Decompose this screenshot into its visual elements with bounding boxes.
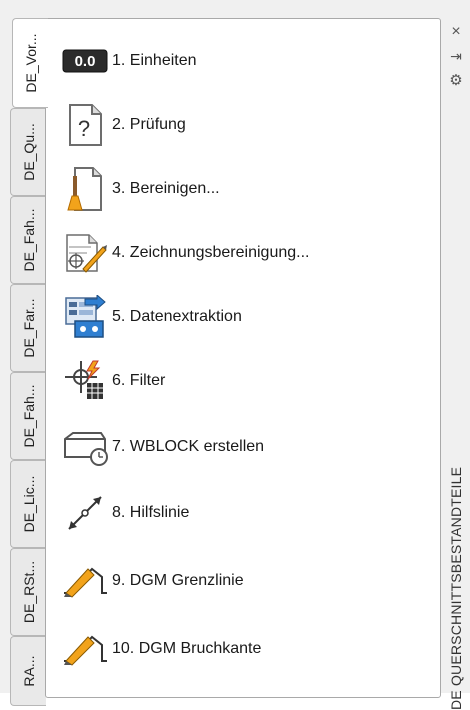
tool-item-dgm-bruchkante[interactable]: 10. DGM Bruchkante	[60, 623, 430, 675]
tool-label: 2. Prüfung	[112, 116, 186, 133]
tab-de-fah-2[interactable]: DE_Fah...	[10, 372, 46, 460]
tool-palette-window: DE_Vor... DE_Qu... DE_Fah... DE_Far... D…	[0, 0, 470, 710]
tool-label: 5. Datenextraktion	[112, 308, 242, 325]
tool-item-filter[interactable]: 6. Filter	[60, 355, 430, 407]
close-icon[interactable]: ×	[446, 22, 466, 42]
tab-de-rst[interactable]: DE_RSt...	[10, 548, 46, 636]
palette-title-bar[interactable]: × ⇥ ⚙ DE QUERSCHNITTSBESTANDTEILE	[441, 18, 470, 710]
palette-title: DE QUERSCHNITTSBESTANDTEILE	[448, 466, 464, 710]
tool-item-datenextraktion[interactable]: 5. Datenextraktion	[60, 291, 430, 343]
tool-item-dgm-grenzlinie[interactable]: 9. DGM Grenzlinie	[60, 555, 430, 607]
svg-text:?: ?	[78, 116, 90, 141]
tab-de-far[interactable]: DE_Far...	[10, 284, 46, 372]
tab-label: DE_Vor...	[22, 33, 39, 93]
units-icon: 0.0	[60, 36, 110, 86]
data-extraction-icon	[60, 292, 110, 342]
palette-content: 0.0 1. Einheiten ? 2. Prüfung 3. Bereini…	[45, 18, 441, 698]
tab-ra[interactable]: RA...	[10, 636, 46, 706]
auto-hide-icon[interactable]: ⇥	[446, 46, 466, 66]
audit-document-icon: ?	[60, 100, 110, 150]
tab-label: DE_Fah...	[20, 384, 37, 448]
tab-de-fah-1[interactable]: DE_Fah...	[10, 196, 46, 284]
settings-icon[interactable]: ⚙	[446, 70, 466, 90]
dtm-boundary-icon	[60, 556, 110, 606]
tool-item-hilfslinie[interactable]: 8. Hilfslinie	[60, 487, 430, 539]
tool-item-bereinigen[interactable]: 3. Bereinigen...	[60, 163, 430, 215]
purge-broom-icon	[60, 164, 110, 214]
filter-icon	[60, 356, 110, 406]
tool-item-pruefung[interactable]: ? 2. Prüfung	[60, 99, 430, 151]
tool-label: 10. DGM Bruchkante	[112, 640, 262, 657]
tab-label: DE_RSt...	[20, 560, 37, 624]
tab-de-vor[interactable]: DE_Vor...	[12, 18, 48, 108]
tool-label: 8. Hilfslinie	[112, 504, 190, 521]
dtm-breakline-icon	[60, 624, 110, 674]
tool-label: 7. WBLOCK erstellen	[112, 438, 265, 455]
palette-tabs: DE_Vor... DE_Qu... DE_Fah... DE_Far... D…	[10, 18, 48, 706]
tab-label: RA...	[20, 655, 37, 687]
construction-line-icon	[60, 488, 110, 538]
tool-item-wblock[interactable]: 7. WBLOCK erstellen	[60, 421, 430, 473]
wblock-icon	[60, 422, 110, 472]
drawing-cleanup-icon	[60, 228, 110, 278]
tool-label: 4. Zeichnungsbereinigung...	[112, 244, 310, 261]
tab-label: DE_Fah...	[20, 208, 37, 272]
tab-label: DE_Qu...	[20, 123, 37, 181]
tool-item-einheiten[interactable]: 0.0 1. Einheiten	[60, 35, 430, 87]
tab-de-lic[interactable]: DE_Lic...	[10, 460, 46, 548]
tool-label: 1. Einheiten	[112, 52, 197, 69]
svg-text:0.0: 0.0	[75, 53, 96, 70]
tool-item-zeichnungsbereinigung[interactable]: 4. Zeichnungsbereinigung...	[60, 227, 430, 279]
tool-label: 6. Filter	[112, 372, 166, 389]
tab-label: DE_Far...	[20, 298, 37, 358]
tab-de-qu[interactable]: DE_Qu...	[10, 108, 46, 196]
tool-label: 3. Bereinigen...	[112, 180, 220, 197]
tab-label: DE_Lic...	[20, 475, 37, 533]
tool-label: 9. DGM Grenzlinie	[112, 572, 244, 589]
